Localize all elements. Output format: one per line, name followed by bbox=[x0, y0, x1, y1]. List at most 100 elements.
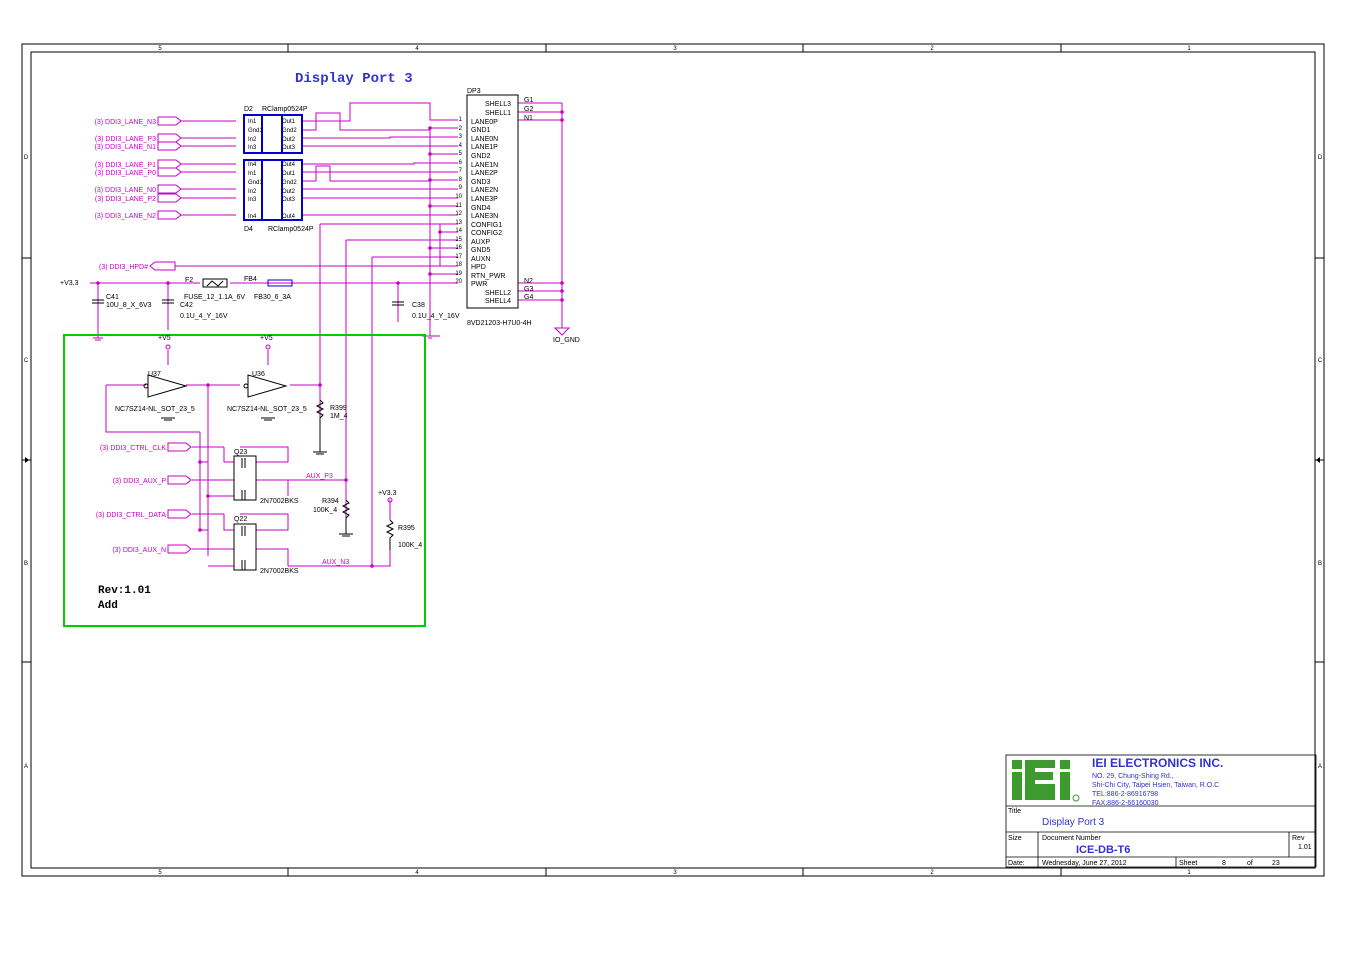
svg-text:SHELL4: SHELL4 bbox=[485, 298, 511, 305]
svg-text:Out1: Out1 bbox=[282, 119, 296, 125]
part-value: 2N7002BKS bbox=[260, 498, 299, 505]
power-net-label: +V3.3 bbox=[378, 490, 397, 497]
svg-text:HPD: HPD bbox=[471, 264, 486, 271]
part-value: 1M_4 bbox=[330, 413, 348, 420]
svg-text:17: 17 bbox=[455, 254, 462, 260]
net-label: (3) DDI3_LANE_P1 bbox=[95, 162, 156, 169]
row-label: A bbox=[24, 764, 28, 770]
svg-text:LANE2N: LANE2N bbox=[471, 187, 498, 194]
net-label: (3) DDI3_LANE_N3 bbox=[95, 119, 157, 126]
svg-text:Out2: Out2 bbox=[282, 137, 296, 143]
svg-text:19: 19 bbox=[455, 271, 462, 277]
svg-text:CONFIG1: CONFIG1 bbox=[471, 222, 502, 229]
rev-label: Rev bbox=[1292, 835, 1305, 842]
input-net-labels: (3) DDI3_LANE_N3 (3) DDI3_LANE_P3 (3) DD… bbox=[95, 119, 167, 554]
svg-text:AUXN: AUXN bbox=[471, 256, 490, 263]
size-label: Size bbox=[1008, 835, 1022, 842]
svg-text:G4: G4 bbox=[524, 294, 533, 301]
part-ref: C41 bbox=[106, 294, 119, 301]
net-label: AUX_P3 bbox=[306, 473, 333, 480]
part-ref: Q23 bbox=[234, 449, 247, 456]
svg-text:G2: G2 bbox=[524, 106, 533, 113]
svg-text:4: 4 bbox=[459, 143, 463, 149]
part-value: 2N7002BKS bbox=[260, 568, 299, 575]
svg-text:LANE1N: LANE1N bbox=[471, 162, 498, 169]
col-label: 2 bbox=[930, 46, 934, 52]
net-label: (3) DDI3_AUX_N bbox=[112, 547, 166, 554]
net-label: (3) DDI3_LANE_P0 bbox=[95, 170, 156, 177]
sheet-label: Sheet bbox=[1179, 860, 1197, 867]
svg-text:LANE3P: LANE3P bbox=[471, 196, 498, 203]
schematic-sheet: 5 4 3 2 1 5 4 3 2 1 D C B A D C B A Disp… bbox=[21, 43, 1325, 877]
row-label: D bbox=[24, 155, 29, 161]
svg-text:CONFIG2: CONFIG2 bbox=[471, 230, 502, 237]
row-label: C bbox=[1318, 358, 1323, 364]
svg-text:G3: G3 bbox=[524, 286, 533, 293]
company-name: IEI ELECTRONICS INC. bbox=[1092, 756, 1223, 770]
part-value: NC7SZ14-NL_SOT_23_5 bbox=[227, 406, 307, 413]
row-label: A bbox=[1318, 764, 1322, 770]
svg-text:N1: N1 bbox=[524, 115, 533, 122]
svg-text:GND2: GND2 bbox=[471, 153, 491, 160]
svg-text:13: 13 bbox=[455, 220, 462, 226]
date-label: Date: bbox=[1008, 860, 1025, 867]
svg-text:GND1: GND1 bbox=[471, 127, 491, 134]
part-ref: R395 bbox=[398, 525, 415, 532]
title-block bbox=[1005, 754, 1317, 868]
rev-note-line: Add bbox=[98, 600, 118, 612]
part-ref: U37 bbox=[148, 371, 161, 378]
col-label: 1 bbox=[1187, 870, 1191, 876]
row-label: B bbox=[1318, 561, 1322, 567]
company-logo bbox=[1012, 760, 1080, 802]
sheet-number: 8 bbox=[1222, 860, 1226, 867]
svg-text:NO. 29, Chung-Shing Rd.,: NO. 29, Chung-Shing Rd., bbox=[1092, 773, 1174, 780]
svg-text:N2: N2 bbox=[524, 278, 533, 285]
sheet-frame bbox=[21, 43, 1325, 877]
part-ref: Q22 bbox=[234, 516, 247, 523]
svg-text:In3: In3 bbox=[248, 197, 257, 203]
svg-text:Out4: Out4 bbox=[282, 214, 296, 220]
svg-text:14: 14 bbox=[455, 228, 462, 234]
part-value: 0.1U_4_Y_16V bbox=[180, 313, 228, 320]
svg-text:LANE1P: LANE1P bbox=[471, 144, 498, 151]
svg-text:In2: In2 bbox=[248, 137, 257, 143]
svg-text:9: 9 bbox=[459, 185, 463, 191]
part-ref: U36 bbox=[252, 371, 265, 378]
svg-text:G1: G1 bbox=[524, 97, 533, 104]
part-ref: C38 bbox=[412, 302, 425, 309]
net-label: AUX_N3 bbox=[322, 559, 349, 566]
svg-text:15: 15 bbox=[455, 237, 462, 243]
svg-text:SHELL1: SHELL1 bbox=[485, 110, 511, 117]
svg-text:5: 5 bbox=[459, 151, 463, 157]
part-value: 10U_8_X_6V3 bbox=[106, 302, 152, 309]
svg-text:AUXP: AUXP bbox=[471, 239, 490, 246]
svg-text:7: 7 bbox=[459, 168, 463, 174]
svg-text:Out1: Out1 bbox=[282, 171, 296, 177]
of-label: of bbox=[1247, 860, 1253, 867]
svg-text:Shi-Chi City, Taipei Hsien, Ta: Shi-Chi City, Taipei Hsien, Taiwan, R.O.… bbox=[1092, 782, 1219, 789]
col-label: 2 bbox=[930, 870, 934, 876]
part-value: FUSE_12_1.1A_6V bbox=[184, 294, 245, 301]
ground-symbol-io: IO_GND bbox=[553, 327, 580, 344]
svg-text:RTN_PWR: RTN_PWR bbox=[471, 273, 505, 280]
row-label: D bbox=[1318, 155, 1323, 161]
svg-text:In3: In3 bbox=[248, 145, 257, 151]
svg-text:LANE0N: LANE0N bbox=[471, 136, 498, 143]
svg-text:FAX:886-2-66160030: FAX:886-2-66160030 bbox=[1092, 800, 1159, 807]
col-label: 4 bbox=[415, 870, 419, 876]
part-value: 8VD21203-H7U0-4H bbox=[467, 320, 532, 327]
svg-text:6: 6 bbox=[459, 160, 463, 166]
part-value: 100K_4 bbox=[313, 507, 337, 514]
center-arrow-icon bbox=[1316, 457, 1320, 463]
net-label: (3) DDI3_HPD# bbox=[99, 264, 148, 271]
part-ref: DP3 bbox=[467, 88, 481, 95]
power-net-label: +V5 bbox=[260, 335, 273, 342]
part-ref: F2 bbox=[185, 277, 193, 284]
col-label: 3 bbox=[673, 46, 677, 52]
part-value: RClamp0524P bbox=[268, 226, 314, 233]
inverter-u36: U36 NC7SZ14-NL_SOT_23_5 +V5 bbox=[227, 335, 307, 413]
frame-column-labels: 5 4 3 2 1 5 4 3 2 1 D C B A D C B A bbox=[24, 46, 1323, 876]
svg-text:PWR: PWR bbox=[471, 281, 487, 288]
svg-text:GND5: GND5 bbox=[471, 247, 491, 254]
net-label: (3) DDI3_LANE_P2 bbox=[95, 196, 156, 203]
